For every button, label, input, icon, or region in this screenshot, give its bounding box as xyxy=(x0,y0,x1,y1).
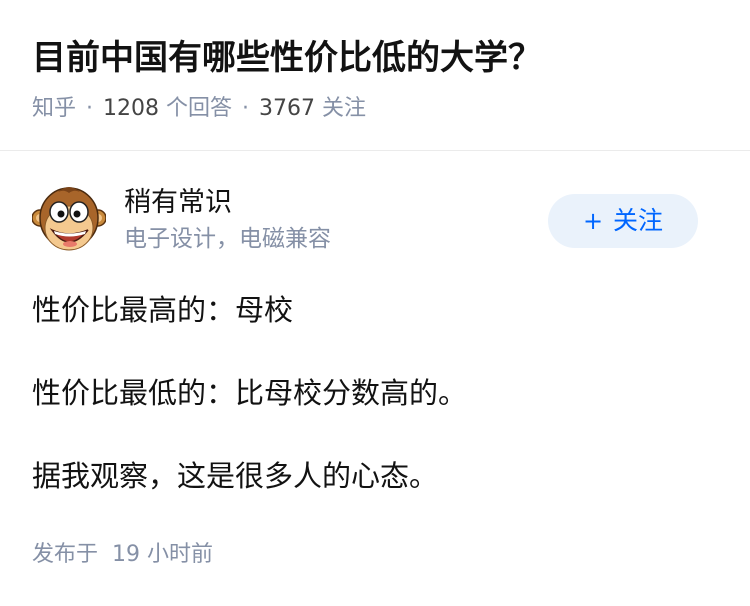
answer-content: 性价比最高的：母校 性价比最低的：比母校分数高的。 据我观察，这是很多人的心态。 xyxy=(32,288,718,537)
avatar[interactable] xyxy=(31,184,107,258)
follow-button-label: 关注 xyxy=(613,206,664,235)
answer-paragraph: 性价比最低的：比母校分数高的。 xyxy=(32,376,468,410)
plus-icon: + xyxy=(582,207,604,235)
question-header: 目前中国有哪些性价比低的大学？ 知乎 · 1208 个回答 · 3767 关注 xyxy=(32,34,726,125)
author-headline: 电子设计，电磁兼容 xyxy=(124,226,331,252)
answer-paragraph: 性价比最高的：母校 xyxy=(32,293,294,327)
meta-separator: · xyxy=(86,96,94,121)
author-info: 稍有常识 电子设计，电磁兼容 xyxy=(124,184,331,256)
answer-count: 1208 xyxy=(103,96,160,121)
answer-time-value: 19 小时前 xyxy=(112,542,214,567)
cartoon-monkey-avatar-icon xyxy=(31,187,107,251)
question-meta: 知乎 · 1208 个回答 · 3767 关注 xyxy=(32,93,726,125)
author-name[interactable]: 稍有常识 xyxy=(124,184,331,222)
follower-count-label: 关注 xyxy=(322,96,367,121)
answer-count-label: 个回答 xyxy=(166,96,233,121)
answer-time-label: 发布于 xyxy=(32,542,99,567)
source-label[interactable]: 知乎 xyxy=(32,96,76,121)
answer-paragraph: 据我观察，这是很多人的心态。 xyxy=(32,459,439,493)
meta-separator: · xyxy=(242,96,250,121)
author-row: 稍有常识 电子设计，电磁兼容 + 关注 xyxy=(31,182,698,262)
question-title[interactable]: 目前中国有哪些性价比低的大学？ xyxy=(32,34,726,82)
header-divider xyxy=(0,150,750,151)
answer-time[interactable]: 发布于 19 小时前 xyxy=(32,538,213,572)
follower-count: 3767 xyxy=(259,96,316,121)
follow-button[interactable]: + 关注 xyxy=(548,194,698,248)
